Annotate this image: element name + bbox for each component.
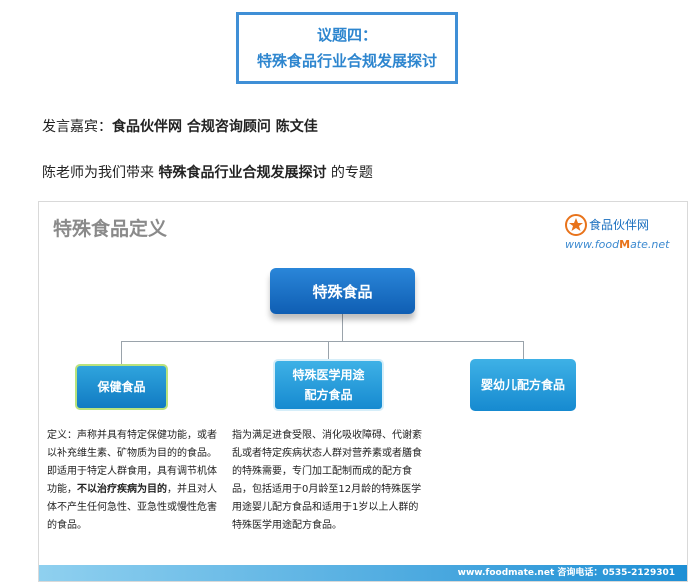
logo-url-post: ate.net (630, 238, 670, 251)
definition-health-food: 定义：声称并具有特定保健功能，或者以补充维生素、矿物质为目的的食品。即适用于特定… (47, 427, 225, 535)
topic-box: 议题四： 特殊食品行业合规发展探讨 (236, 12, 458, 84)
node-medical-line-1: 特殊医学用途 (292, 368, 365, 382)
definition-health-bold: 不以治疗疾病为目的 (77, 484, 167, 495)
definition-medical-formula: 指为满足进食受限、消化吸收障碍、代谢紊乱或者特定疾病状态人群对营养素或者膳食的特… (232, 430, 422, 531)
speaker-line: 发言嘉宾：食品伙伴网 合规咨询顾问 陈文佳 (42, 116, 318, 136)
intro-prefix: 陈老师为我们带来 (42, 165, 159, 181)
logo-name: 食品伙伴网 (589, 218, 650, 232)
intro-suffix: 的专题 (326, 165, 373, 181)
topic-line-1: 议题四： (316, 26, 377, 44)
connector-horizontal (121, 341, 524, 342)
topic-line-2: 特殊食品行业合规发展探讨 (256, 52, 437, 70)
slide-title: 特殊食品定义 (53, 218, 168, 240)
connector-right (523, 341, 524, 359)
star-badge-icon (565, 214, 587, 236)
intro-line: 陈老师为我们带来 特殊食品行业合规发展探讨 的专题 (42, 162, 373, 182)
connector-root-down (342, 314, 343, 341)
speaker-prefix: 发言嘉宾： (42, 119, 112, 135)
logo-url: www.foodMate.net (565, 238, 669, 251)
foodmate-logo: 食品伙伴网 www.foodMate.net (565, 214, 675, 256)
slide-footer: www.foodmate.net 咨询电话：0535-2129301 (39, 565, 687, 581)
root-node-special-food: 特殊食品 (270, 268, 415, 314)
speaker-details: 食品伙伴网 合规咨询顾问 陈文佳 (112, 119, 318, 135)
node-infant-formula: 婴幼儿配方食品 (470, 359, 576, 411)
logo-url-m: M (619, 238, 631, 251)
slide-image: 特殊食品定义 食品伙伴网 www.foodMate.net 特殊食品 保健食品 … (38, 201, 688, 582)
node-medical-line-2: 配方食品 (304, 388, 353, 402)
node-medical-formula: 特殊医学用途 配方食品 (273, 359, 384, 411)
intro-highlight: 特殊食品行业合规发展探讨 (158, 165, 327, 181)
connector-left (121, 341, 122, 364)
logo-url-pre: www.food (565, 238, 620, 251)
connector-middle (328, 341, 329, 359)
node-health-food: 保健食品 (75, 364, 168, 410)
